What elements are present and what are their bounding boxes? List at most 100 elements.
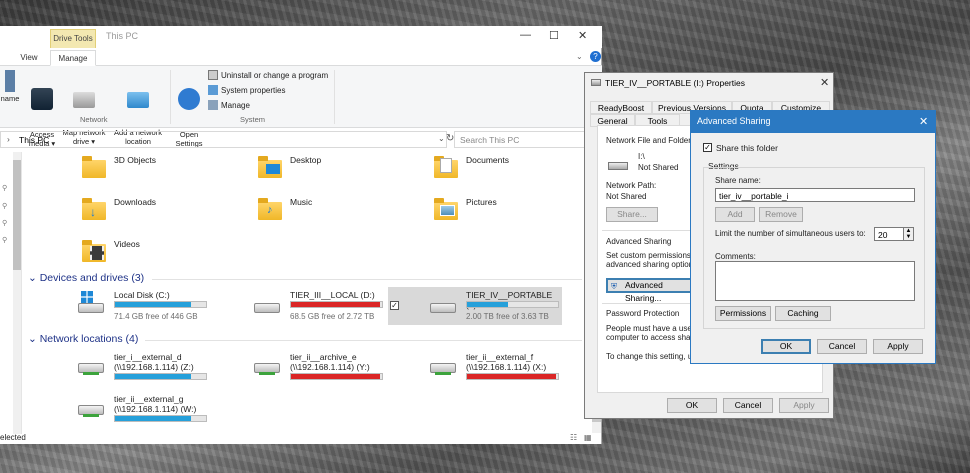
network-drive-path: (\\192.168.1.114) (Y:) [290,362,370,372]
network-drive-z[interactable]: tier_i__external_d (\\192.168.1.114) (Z:… [76,352,226,386]
network-drive-icon [254,363,280,375]
folder-icon [82,240,106,262]
search-input[interactable]: Search This PC [454,131,586,148]
programs-icon [208,70,218,80]
network-drive-icon [78,405,104,417]
large-icons-view-icon[interactable]: ▦ [584,433,592,442]
chevron-down-icon: ⌄ [28,333,40,345]
selection-checkbox[interactable]: ✓ [390,301,399,310]
pin-icon: ⚲ [2,203,8,210]
help-icon[interactable]: ? [590,51,601,62]
window-title: This PC [106,31,139,41]
drive-usage-fill [467,302,508,307]
drive-free-space: 2.00 TB free of 3.63 TB [466,312,549,321]
drive-free-space: 68.5 GB free of 2.72 TB [290,312,375,321]
network-drive-y[interactable]: tier_ii__archive_e (\\192.168.1.114) (Y:… [252,352,402,386]
folder-pictures[interactable]: Pictures [432,196,572,232]
drive-c[interactable]: Local Disk (C:) 71.4 GB free of 446 GB [76,289,226,329]
advanced-sharing-dialog: Advanced Sharing ✕ ✓ Share this folder S… [690,110,936,364]
properties-cancel-button[interactable]: Cancel [723,398,773,413]
folder-downloads[interactable]: ↓ Downloads [80,196,220,232]
password-protection-desc: To change this setting, use [606,352,701,361]
share-button[interactable]: Share... [606,207,658,222]
permissions-button[interactable]: Permissions [715,306,771,321]
hard-drive-icon [254,303,280,313]
properties-ok-button[interactable]: OK [667,398,717,413]
nav-scrollbar[interactable] [13,152,21,434]
tab-manage[interactable]: Manage [50,50,96,66]
network-drive-path: (\\192.168.1.114) (Z:) [114,362,194,372]
shield-icon: ⛨ [611,282,617,291]
close-icon[interactable]: ✕ [820,76,829,89]
name-button[interactable]: name [0,70,20,103]
drive-name: Local Disk (C:) [114,290,170,300]
folder-desktop[interactable]: Desktop [256,154,396,190]
close-icon[interactable]: ✕ [578,29,587,42]
network-drive-name: tier_ii__archive_e [290,352,357,362]
ok-button[interactable]: OK [761,339,811,354]
share-this-folder-checkbox[interactable]: ✓ [703,143,712,152]
folder-icon: ♪ [258,198,282,220]
tab-view[interactable]: View [18,50,40,66]
uninstall-program-button[interactable]: Uninstall or change a program [208,70,328,80]
folder-music[interactable]: ♪ Music [256,196,396,232]
chevron-down-icon[interactable]: ⌄ [438,134,445,143]
folder-documents[interactable]: Documents [432,154,572,190]
apply-button[interactable]: Apply [873,339,923,354]
folder-icon [434,156,458,178]
stepper-arrows[interactable]: ▲ ▼ [903,227,914,241]
picture-icon [440,205,455,216]
network-group-label: Network [80,115,108,124]
pin-icon: ⚲ [2,237,8,244]
properties-apply-button[interactable]: Apply [779,398,829,413]
folder-3d-objects[interactable]: 3D Objects [80,154,220,190]
folder-videos[interactable]: Videos [80,238,220,274]
network-cable-icon [83,372,99,375]
download-arrow-icon: ↓ [90,205,96,219]
divider [170,70,171,124]
details-view-icon[interactable]: ☷ [570,433,577,442]
manage-button[interactable]: Manage [208,100,250,110]
share-this-folder-label: Share this folder [716,143,778,153]
desktop-icon [266,164,280,174]
network-drive-name: tier_i__external_d [114,352,182,362]
advanced-sharing-desc: advanced sharing options [606,260,698,269]
drive-tools-tab[interactable]: Drive Tools [50,29,96,48]
chevron-down-icon[interactable]: ⌄ [576,52,583,61]
advanced-sharing-button[interactable]: ⛨ Advanced Sharing... [606,278,694,303]
navigation-pane[interactable]: ⚲ ⚲ ⚲ ⚲ [0,152,22,434]
drive-i-selected[interactable]: ✓ TIER_IV__PORTABLE (I:) 2.00 TB free of… [388,287,562,325]
network-cable-icon [83,414,99,417]
scroll-thumb[interactable] [13,160,21,270]
network-path-value: Not Shared [606,192,647,201]
password-protection-desc: computer to access shared [606,333,703,342]
devices-section-header[interactable]: ⌄ Devices and drives (3) [28,272,144,284]
remove-button[interactable]: Remove [759,207,803,222]
explorer-titlebar: Drive Tools This PC — ☐ ✕ [0,26,602,48]
system-properties-button[interactable]: System properties [208,85,285,95]
cancel-button[interactable]: Cancel [817,339,867,354]
tab-readyboost[interactable]: ReadyBoost [590,101,652,114]
close-icon[interactable]: ✕ [919,115,928,128]
share-name-label: Share name: [715,176,761,185]
caching-button[interactable]: Caching [775,306,831,321]
share-name-field[interactable]: tier_iv__portable_i [715,188,915,202]
advanced-sharing-desc: Set custom permissions, c [606,251,700,260]
address-bar[interactable]: › This PC [0,131,447,148]
uninstall-label: Uninstall or change a program [221,70,329,80]
network-drive-x[interactable]: tier_ii__external_f (\\192.168.1.114) (X… [428,352,578,386]
add-button[interactable]: Add [715,207,755,222]
windows-logo-icon [81,291,93,303]
address-row: › This PC ⌄ ↻ Search This PC [0,131,602,149]
limit-users-stepper[interactable]: 20 [874,227,904,241]
drive-usage-fill [115,302,192,307]
folder-label: Music [290,197,313,207]
drive-d[interactable]: TIER_III__LOCAL (D:) 68.5 GB free of 2.7… [252,289,402,329]
network-section-header[interactable]: ⌄ Network locations (4) [28,333,138,345]
comments-field[interactable] [715,261,915,301]
minimize-icon[interactable]: — [520,29,531,41]
drive-usage-bar [290,373,383,380]
network-drive-w[interactable]: tier_ii__external_g (\\192.168.1.114) (W… [76,394,226,428]
maximize-icon[interactable]: ☐ [549,29,559,42]
name-label: name [0,94,20,103]
